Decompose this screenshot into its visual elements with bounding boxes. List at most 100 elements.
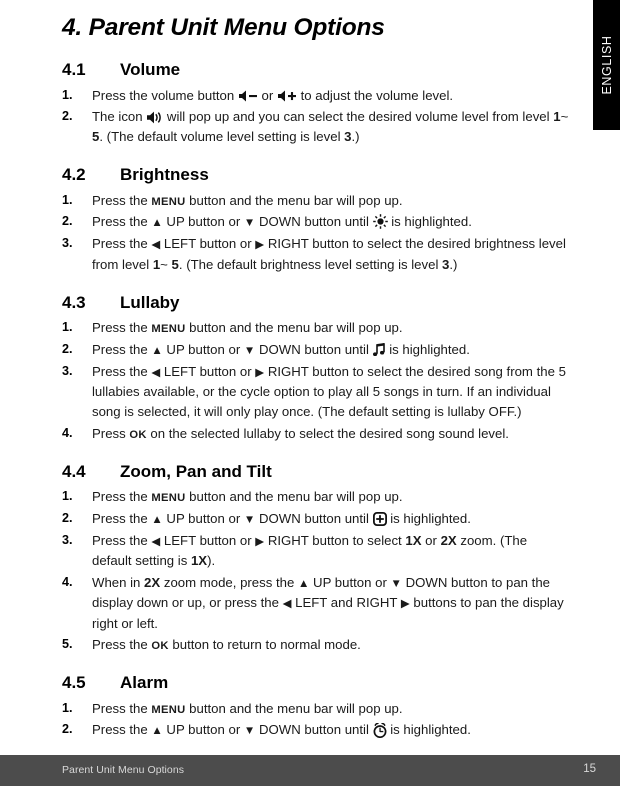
right-arrow-icon: ▶ — [255, 535, 265, 548]
emphasis-value: 5 — [92, 129, 100, 145]
section-number: 4.4 — [62, 461, 86, 481]
button-name-ok: OK — [151, 640, 169, 653]
step-text: Press the ▲ UP button or ▼ DOWN button u… — [92, 510, 471, 526]
step-item: 2. The icon will pop up and you can selec… — [62, 107, 569, 147]
left-arrow-icon: ◀ — [151, 535, 161, 548]
step-item: 2. Press the ▲ UP button or ▼ DOWN button… — [62, 340, 569, 360]
section-number: 4.2 — [62, 165, 86, 185]
step-marker: 1. — [62, 700, 73, 715]
language-tab: ENGLISH — [593, 0, 620, 130]
step-text: When in 2X zoom mode, press the ▲ UP but… — [92, 574, 564, 631]
step-text: Press the OK button to return to normal … — [92, 637, 361, 653]
step-text: Press the MENU button and the menu bar w… — [92, 489, 403, 505]
emphasis-value: 1 — [152, 256, 161, 272]
step-marker: 3. — [62, 532, 73, 547]
section-heading-4-5: 4.5 Alarm — [62, 673, 569, 693]
down-arrow-icon: ▼ — [243, 513, 256, 526]
section-name: Brightness — [120, 165, 209, 185]
section-heading-4-3: 4.3 Lullaby — [62, 293, 569, 313]
down-arrow-icon: ▼ — [243, 344, 256, 357]
button-name-menu: MENU — [151, 703, 186, 716]
footer-section-label: Parent Unit Menu Options — [62, 764, 185, 776]
right-arrow-icon: ▶ — [400, 598, 410, 611]
step-list: 1. Press the volume button or to adjust t… — [62, 86, 569, 148]
emphasis-value: 1X — [405, 532, 422, 548]
step-item: 2. Press the ▲ UP button or ▼ DOWN button… — [62, 720, 569, 740]
step-item: 2. Press the ▲ UP button or ▼ DOWN button… — [62, 509, 569, 529]
step-list: 1. Press the MENU button and the menu bar… — [62, 699, 569, 741]
step-marker: 3. — [62, 363, 73, 378]
step-marker: 1. — [62, 87, 73, 102]
speaker-minus-icon — [238, 90, 258, 102]
step-item: 1. Press the volume button or to adjust t… — [62, 86, 569, 106]
step-marker: 4. — [62, 425, 73, 440]
emphasis-value: 3 — [344, 129, 352, 145]
up-arrow-icon: ▲ — [151, 725, 163, 738]
step-list: 1. Press the MENU button and the menu bar… — [62, 318, 569, 444]
down-arrow-icon: ▼ — [243, 725, 256, 738]
step-marker: 5. — [62, 637, 73, 652]
left-arrow-icon: ◀ — [282, 598, 292, 611]
content-column: 4. Parent Unit Menu Options 4.1 Volume 1. P… — [0, 0, 593, 741]
step-marker: 2. — [62, 722, 73, 737]
section-name: Volume — [120, 60, 181, 80]
step-item: 3. Press the ◀ LEFT button or ▶ RIGHT but… — [62, 362, 569, 423]
left-arrow-icon: ◀ — [151, 239, 161, 252]
step-text: Press the ▲ UP button or ▼ DOWN button u… — [92, 214, 472, 230]
step-marker: 1. — [62, 489, 73, 504]
emphasis-value: 1X — [190, 553, 208, 569]
step-text: Press the ▲ UP button or ▼ DOWN button u… — [92, 722, 471, 738]
emphasis-value: 5 — [171, 256, 179, 272]
step-list: 1. Press the MENU button and the menu bar… — [62, 191, 569, 275]
step-text: Press the MENU button and the menu bar w… — [92, 700, 403, 716]
step-text: Press the MENU button and the menu bar w… — [92, 320, 403, 336]
music-note-icon — [372, 342, 386, 357]
emphasis-value: 2X — [144, 574, 161, 590]
step-item: 1. Press the MENU button and the menu bar… — [62, 699, 569, 719]
footer-page-number: 15 — [583, 763, 596, 775]
step-item: 1. Press the MENU button and the menu bar… — [62, 191, 569, 211]
section-number: 4.5 — [62, 673, 86, 693]
step-item: 5. Press the OK button to return to norma… — [62, 635, 569, 655]
zoom-plus-icon — [372, 511, 387, 526]
step-item: 3. Press the ◀ LEFT button or ▶ RIGHT but… — [62, 234, 569, 275]
down-arrow-icon: ▼ — [390, 577, 402, 590]
up-arrow-icon: ▲ — [151, 344, 163, 357]
left-arrow-icon: ◀ — [151, 366, 161, 379]
step-marker: 1. — [62, 320, 73, 335]
step-marker: 2. — [62, 510, 73, 525]
down-arrow-icon: ▼ — [243, 217, 256, 230]
step-marker: 2. — [62, 214, 73, 229]
step-item: 4. Press OK on the selected lullaby to se… — [62, 424, 569, 444]
up-arrow-icon: ▲ — [151, 217, 163, 230]
page-footer: Parent Unit Menu Options 15 — [0, 755, 620, 786]
step-marker: 4. — [62, 574, 73, 589]
alarm-clock-icon — [373, 722, 387, 738]
section-heading-4-2: 4.2 Brightness — [62, 165, 569, 185]
step-marker: 1. — [62, 192, 73, 207]
right-arrow-icon: ▶ — [255, 366, 265, 379]
step-marker: 3. — [62, 236, 73, 251]
section-heading-4-4: 4.4 Zoom, Pan and Tilt — [62, 462, 569, 482]
step-item: 1. Press the MENU button and the menu bar… — [62, 318, 569, 338]
up-arrow-icon: ▲ — [298, 577, 310, 590]
step-marker: 2. — [62, 109, 73, 124]
page-body: 4. Parent Unit Menu Options 4.1 Volume 1. P… — [0, 0, 593, 742]
emphasis-value: 3 — [442, 256, 450, 272]
right-arrow-icon: ▶ — [255, 239, 265, 252]
section-name: Zoom, Pan and Tilt — [120, 461, 272, 481]
emphasis-value: 1 — [553, 109, 561, 125]
step-item: 4. When in 2X zoom mode, press the ▲ UP b… — [62, 573, 569, 634]
section-number: 4.1 — [62, 60, 86, 80]
section-number: 4.3 — [62, 292, 86, 312]
step-text: Press the ◀ LEFT button or ▶ RIGHT butto… — [92, 532, 528, 569]
section-name: Alarm — [120, 673, 169, 693]
sections-container: 4.1 Volume 1. Press the volume button or to… — [62, 60, 569, 741]
step-marker: 2. — [62, 341, 73, 356]
step-item: 1. Press the MENU button and the menu bar… — [62, 487, 569, 507]
button-name-menu: MENU — [151, 195, 186, 208]
step-text: The icon will pop up and you can select … — [92, 109, 569, 145]
speaker-waves-icon — [146, 111, 163, 124]
button-name-ok: OK — [129, 428, 147, 441]
step-text: Press the ▲ UP button or ▼ DOWN button u… — [92, 341, 470, 357]
